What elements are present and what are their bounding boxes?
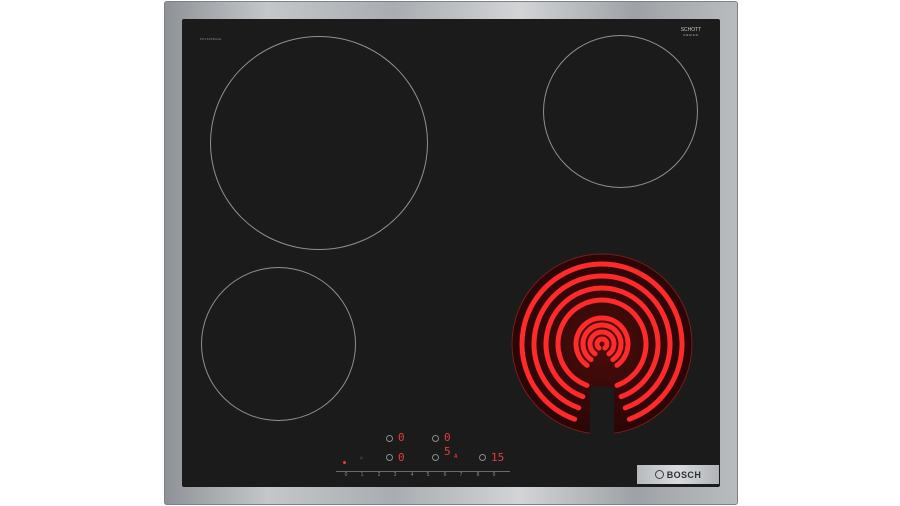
slider-label: 7	[459, 472, 463, 478]
power-indicator-icon	[343, 461, 346, 464]
brand-name: BOSCH	[666, 469, 702, 480]
zone-c-select-icon[interactable]	[386, 454, 393, 461]
zone-a-level-display: 0	[398, 431, 405, 444]
zone-d-level-display: 5	[444, 445, 451, 458]
bosch-logo-icon	[654, 470, 664, 479]
slider-label: 8	[476, 472, 480, 478]
slider-label: 1	[360, 472, 364, 478]
zone-b-level-display: 0	[444, 431, 451, 444]
slider-label: 6	[443, 472, 447, 478]
power-level-slider[interactable]: 0 1 2 3 4 5 6 7 8 9	[336, 471, 510, 478]
zone-a-select-icon[interactable]	[386, 435, 393, 442]
timer-icon[interactable]	[479, 454, 486, 461]
zone-b-select-icon[interactable]	[432, 435, 439, 442]
childlock-icon[interactable]: ⌂	[360, 455, 363, 461]
zone-d-mode-display: A	[454, 453, 458, 460]
model-label: PKF645BA2E	[200, 37, 222, 41]
cooking-zone-front-left-medium	[201, 267, 356, 421]
cooking-zone-rear-right-small	[543, 35, 698, 188]
zone-d-select-icon[interactable]	[432, 454, 439, 461]
heating-element-gap	[590, 387, 614, 442]
slider-label: 2	[377, 472, 381, 478]
surface-badge-line2: CERAN	[683, 33, 699, 37]
slider-label: 3	[393, 472, 397, 478]
cooking-zone-rear-left-large	[210, 36, 428, 250]
surface-badge: SCHOTT CERAN	[676, 28, 706, 38]
timer-display: 15	[491, 451, 505, 464]
cooking-zone-front-right-heating-element	[511, 253, 693, 442]
brand-plate: BOSCH	[637, 465, 719, 484]
zone-c-level-display: 0	[398, 451, 405, 464]
slider-label: 5	[426, 472, 430, 478]
slider-label: 4	[410, 472, 414, 478]
slider-label: 9	[492, 472, 496, 478]
slider-label: 0	[344, 472, 348, 478]
